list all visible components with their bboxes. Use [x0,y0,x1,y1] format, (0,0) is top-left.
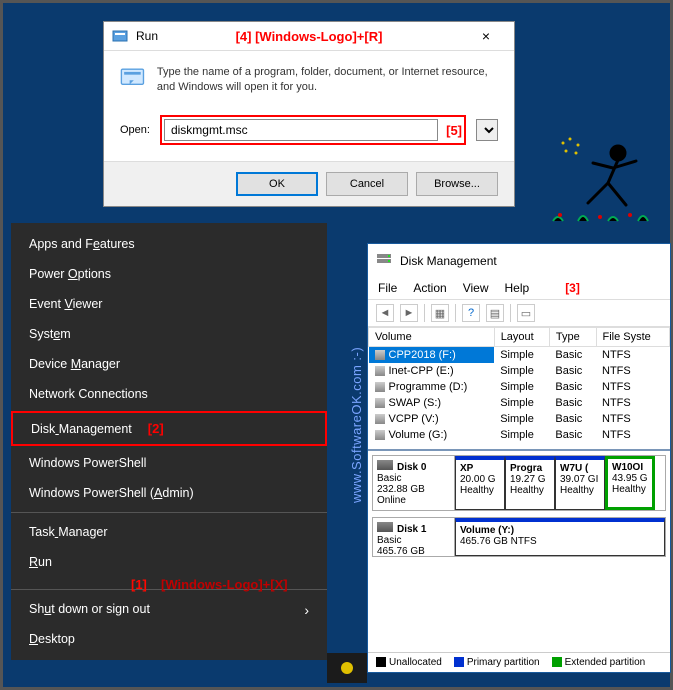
column-header[interactable]: Type [549,328,596,347]
volume-icon [375,350,385,360]
column-header[interactable]: File Syste [596,328,670,347]
toolbar-icon[interactable]: ▭ [517,304,535,322]
toolbar-icon[interactable]: ▤ [486,304,504,322]
run-input-row: Open: [5] [104,109,514,161]
menu-file[interactable]: File [378,281,397,295]
column-header[interactable]: Layout [494,328,549,347]
menu-view[interactable]: View [463,281,489,295]
run-icon [112,28,128,44]
dm-toolbar: ◄ ► ▦ ? ▤ ▭ [368,300,670,327]
annotation-2: [2] [148,421,164,436]
volume-table[interactable]: VolumeLayoutTypeFile Syste CPP2018 (F:)S… [368,327,670,443]
annotation-1b: [Windows-Logo]+[X] [161,577,288,592]
ctx-item[interactable]: Event Viewer [11,289,327,319]
ctx-item[interactable]: Power Options [11,259,327,289]
run-dialog: Run [4] [Windows-Logo]+[R] × Type the na… [103,21,515,207]
volume-icon [375,430,385,440]
ctx-item[interactable]: Windows PowerShell (Admin) [11,478,327,508]
run-body: Type the name of a program, folder, docu… [104,51,514,109]
ctx-item[interactable]: Task Manager [11,517,327,547]
cancel-button[interactable]: Cancel [326,172,408,196]
winx-context-menu: Apps and FeaturesPower OptionsEvent View… [11,223,327,660]
ctx-item[interactable]: Device Manager [11,349,327,379]
disk-icon [377,460,393,470]
partition[interactable]: W7U (39.07 GIHealthy [555,456,605,510]
run-button-row: OK Cancel Browse... [104,161,514,206]
taskbar-fragment[interactable] [327,653,367,683]
disk-management-window: Disk Management File Action View Help [3… [367,243,671,673]
annotation-1: [1] [131,577,147,592]
dm-menubar: File Action View Help [3] [368,277,670,300]
open-label: Open: [120,124,150,136]
table-row[interactable]: Volume (G:)SimpleBasicNTFS [369,427,670,443]
disk-0-info: Disk 0 Basic 232.88 GB Online [373,456,455,510]
run-app-icon [120,65,145,101]
toolbar-icon[interactable]: ▦ [431,304,449,322]
table-row[interactable]: CPP2018 (F:)SimpleBasicNTFS [369,347,670,364]
ctx-item[interactable]: Desktop [11,624,327,654]
annotation-3: [3] [565,281,580,295]
legend-item: Unallocated [376,657,442,668]
menu-help[interactable]: Help [505,281,530,295]
table-row[interactable]: VCPP (V:)SimpleBasicNTFS [369,411,670,427]
disk-1-info: Disk 1 Basic 465.76 GB [373,518,455,556]
ctx-item[interactable]: Windows PowerShell [11,448,327,478]
browse-button[interactable]: Browse... [416,172,498,196]
legend-item: Extended partition [552,657,646,668]
ctx-item[interactable]: Network Connections [11,379,327,409]
ctx-item[interactable]: Apps and Features [11,229,327,259]
dm-title: Disk Management [400,254,497,268]
table-row[interactable]: Programme (D:)SimpleBasicNTFS [369,379,670,395]
help-icon[interactable]: ? [462,304,480,322]
partition[interactable]: W10OI43.95 GHealthy [605,456,655,510]
volume-icon [375,414,385,424]
dm-titlebar[interactable]: Disk Management [368,244,670,277]
ctx-item[interactable]: Run [11,547,327,577]
forward-icon[interactable]: ► [400,304,418,322]
annotation-5: [5] [446,123,462,138]
partition[interactable]: Progra19.27 GHealthy [505,456,555,510]
annotation-4: [4] [Windows-Logo]+[R] [236,29,383,44]
table-row[interactable]: SWAP (S:)SimpleBasicNTFS [369,395,670,411]
watermark-text: www.SoftwareOK.com :-) [349,347,364,503]
app-icon [338,659,356,677]
run-description: Type the name of a program, folder, docu… [157,65,498,101]
disk-icon [376,250,392,271]
volume-icon [375,398,385,408]
menu-action[interactable]: Action [413,281,446,295]
volume-icon [375,382,385,392]
table-row[interactable]: Inet-CPP (E:)SimpleBasicNTFS [369,363,670,379]
volume-icon [375,366,385,376]
disk-icon [377,522,393,532]
run-dropdown[interactable] [476,119,498,141]
column-header[interactable]: Volume [369,328,495,347]
legend-item: Primary partition [454,657,540,668]
back-icon[interactable]: ◄ [376,304,394,322]
runner-doodle [548,133,658,233]
ok-button[interactable]: OK [236,172,318,196]
run-input-highlight: [5] [160,115,466,145]
disk-1-row[interactable]: Disk 1 Basic 465.76 GB Volume (Y:) 465.7… [372,517,666,557]
dm-legend: Unallocated Primary partition Extended par… [368,652,670,672]
run-input[interactable] [164,119,438,141]
run-titlebar[interactable]: Run [4] [Windows-Logo]+[R] × [104,22,514,51]
ctx-item[interactable]: Disk Management[2] [11,411,327,446]
close-icon[interactable]: × [466,28,506,44]
disk-graphic-section: Disk 0 Basic 232.88 GB Online XP20.00 GH… [368,449,670,567]
partition[interactable]: XP20.00 GHealthy [455,456,505,510]
disk-0-row[interactable]: Disk 0 Basic 232.88 GB Online XP20.00 GH… [372,455,666,511]
partition[interactable]: Volume (Y:) 465.76 GB NTFS [455,518,665,556]
ctx-item[interactable]: Shut down or sign out [11,594,327,624]
ctx-item[interactable]: System [11,319,327,349]
